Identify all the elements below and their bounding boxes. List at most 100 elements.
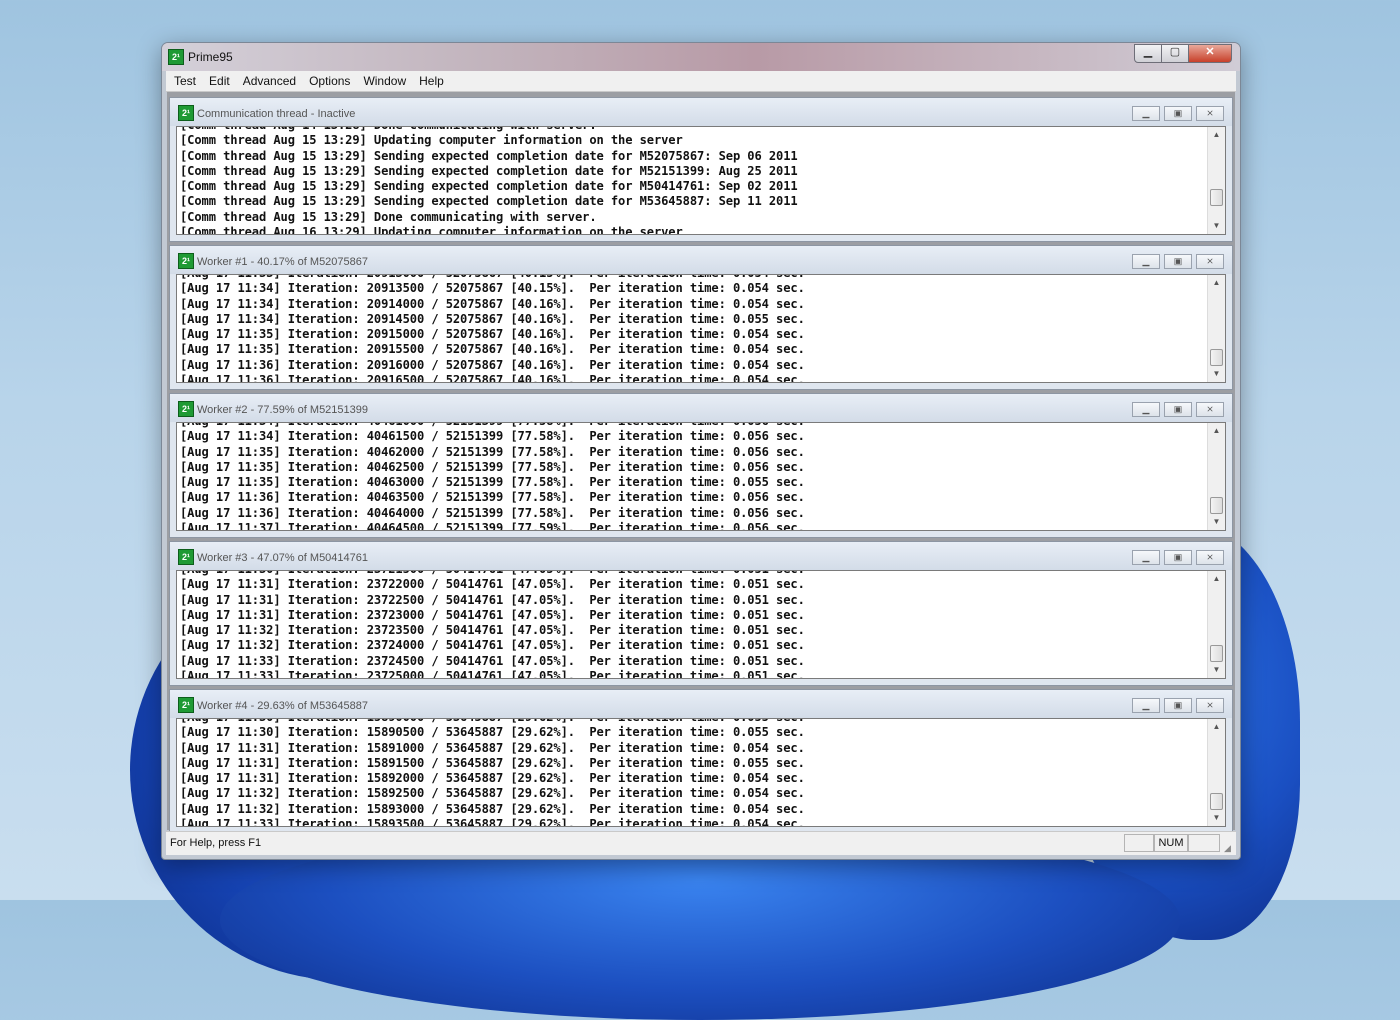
status-pane-scroll: [1188, 834, 1220, 852]
scroll-up-arrow-icon[interactable]: ▲: [1208, 275, 1225, 291]
mdi-window-worker-3: 2¹ Worker #3 - 47.07% of M50414761 ▁ ▣ ⨯ [Aug…: [169, 541, 1233, 686]
mdi-title-bar[interactable]: 2¹ Worker #2 - 77.59% of M52151399 ▁ ▣ ⨯: [170, 394, 1232, 422]
log-line: [Aug 17 11:34] Iteration: 40461000 / 521…: [180, 423, 1203, 429]
menu-options[interactable]: Options: [309, 74, 350, 88]
log-line: [Aug 17 11:35] Iteration: 20915000 / 520…: [180, 327, 805, 342]
scroll-down-arrow-icon[interactable]: ▼: [1208, 366, 1225, 382]
log-line: [Aug 17 11:30] Iteration: 15890000 / 536…: [180, 719, 1203, 725]
mdi-minimize-button[interactable]: ▁: [1132, 402, 1160, 417]
menu-advanced[interactable]: Advanced: [243, 74, 296, 88]
log-line: [Aug 17 11:33] Iteration: 23724500 / 504…: [180, 653, 805, 668]
log-output[interactable]: [Aug 17 11:34] Iteration: 40461000 / 521…: [176, 422, 1226, 531]
log-line: [Comm thread Aug 15 13:29] Sending expec…: [180, 163, 798, 178]
log-line: [Aug 17 11:32] Iteration: 15892500 / 536…: [180, 786, 805, 801]
log-line: [Aug 17 11:34] Iteration: 20914000 / 520…: [180, 296, 805, 311]
scroll-down-arrow-icon[interactable]: ▼: [1208, 514, 1225, 530]
scroll-up-arrow-icon[interactable]: ▲: [1208, 571, 1225, 587]
log-line: [Aug 17 11:31] Iteration: 23723000 / 504…: [180, 607, 805, 622]
mdi-title-bar[interactable]: 2¹ Worker #4 - 29.63% of M53645887 ▁ ▣ ⨯: [170, 690, 1232, 718]
menu-bar: Test Edit Advanced Options Window Help: [166, 71, 1236, 92]
scroll-thumb[interactable]: [1210, 497, 1223, 514]
mdi-restore-button[interactable]: ▣: [1164, 402, 1192, 417]
resize-grip-icon[interactable]: ◢: [1224, 843, 1234, 853]
scroll-up-arrow-icon[interactable]: ▲: [1208, 423, 1225, 439]
log-line: [Aug 17 11:36] Iteration: 40464000 / 521…: [180, 505, 805, 520]
mdi-title-bar[interactable]: 2¹ Worker #1 - 40.17% of M52075867 ▁ ▣ ⨯: [170, 246, 1232, 274]
mdi-restore-button[interactable]: ▣: [1164, 254, 1192, 269]
mdi-title-bar[interactable]: 2¹ Worker #3 - 47.07% of M50414761 ▁ ▣ ⨯: [170, 542, 1232, 570]
title-bar[interactable]: 2¹ Prime95 ▁ ▢ ✕: [162, 43, 1240, 71]
vertical-scrollbar[interactable]: ▲ ▼: [1207, 571, 1225, 678]
menu-window[interactable]: Window: [363, 74, 406, 88]
log-line: [Aug 17 11:31] Iteration: 23722500 / 504…: [180, 592, 805, 607]
log-line: [Aug 17 11:35] Iteration: 20915500 / 520…: [180, 342, 805, 357]
mdi-close-button[interactable]: ⨯: [1196, 402, 1224, 417]
prime95-app-icon[interactable]: 2¹: [178, 549, 194, 565]
mdi-caption-buttons: ▁ ▣ ⨯: [1128, 698, 1224, 713]
vertical-scrollbar[interactable]: ▲ ▼: [1207, 423, 1225, 530]
log-line: [Aug 17 11:30] Iteration: 15890500 / 536…: [180, 725, 805, 740]
maximize-button[interactable]: ▢: [1161, 44, 1189, 63]
mdi-client-area: 2¹ Communication thread - Inactive ▁ ▣ ⨯ [Com…: [167, 92, 1235, 834]
log-line: [Comm thread Aug 15 13:29] Updating comp…: [180, 133, 683, 148]
log-output[interactable]: [Aug 17 11:30] Iteration: 15890000 / 536…: [176, 718, 1226, 827]
menu-test[interactable]: Test: [174, 74, 196, 88]
mdi-close-button[interactable]: ⨯: [1196, 698, 1224, 713]
log-line: [Aug 17 11:36] Iteration: 20916000 / 520…: [180, 357, 805, 372]
log-line: [Aug 17 11:32] Iteration: 23723500 / 504…: [180, 623, 805, 638]
scroll-thumb[interactable]: [1210, 349, 1223, 366]
vertical-scrollbar[interactable]: ▲ ▼: [1207, 275, 1225, 382]
log-line: [Aug 17 11:31] Iteration: 15891000 / 536…: [180, 740, 805, 755]
mdi-restore-button[interactable]: ▣: [1164, 550, 1192, 565]
status-num-indicator: NUM: [1154, 834, 1188, 852]
mdi-minimize-button[interactable]: ▁: [1132, 550, 1160, 565]
mdi-caption-buttons: ▁ ▣ ⨯: [1128, 254, 1224, 269]
mdi-window-worker-2: 2¹ Worker #2 - 77.59% of M52151399 ▁ ▣ ⨯ [Aug…: [169, 393, 1233, 538]
log-line: [Comm thread Aug 15 13:29] Sending expec…: [180, 179, 798, 194]
log-output[interactable]: [Comm thread Aug 14 13:28] Done communic…: [176, 126, 1226, 235]
scroll-up-arrow-icon[interactable]: ▲: [1208, 127, 1225, 143]
mdi-restore-button[interactable]: ▣: [1164, 698, 1192, 713]
mdi-minimize-button[interactable]: ▁: [1132, 698, 1160, 713]
log-line: [Aug 17 11:34] Iteration: 20914500 / 520…: [180, 311, 805, 326]
window-title: Prime95: [188, 50, 233, 64]
mdi-minimize-button[interactable]: ▁: [1132, 106, 1160, 121]
mdi-minimize-button[interactable]: ▁: [1132, 254, 1160, 269]
minimize-button[interactable]: ▁: [1134, 44, 1162, 63]
mdi-title-bar[interactable]: 2¹ Communication thread - Inactive ▁ ▣ ⨯: [170, 98, 1232, 126]
scroll-down-arrow-icon[interactable]: ▼: [1208, 218, 1225, 234]
mdi-restore-button[interactable]: ▣: [1164, 106, 1192, 121]
mdi-close-button[interactable]: ⨯: [1196, 254, 1224, 269]
prime95-app-icon[interactable]: 2¹: [178, 697, 194, 713]
log-output[interactable]: [Aug 17 11:30] Iteration: 23721500 / 504…: [176, 570, 1226, 679]
vertical-scrollbar[interactable]: ▲ ▼: [1207, 127, 1225, 234]
mdi-close-button[interactable]: ⨯: [1196, 106, 1224, 121]
vertical-scrollbar[interactable]: ▲ ▼: [1207, 719, 1225, 826]
scroll-thumb[interactable]: [1210, 793, 1223, 810]
prime95-app-icon[interactable]: 2¹: [178, 401, 194, 417]
log-line: [Aug 17 11:37] Iteration: 40464500 / 521…: [180, 521, 805, 531]
prime95-app-icon[interactable]: 2¹: [178, 253, 194, 269]
log-line: [Aug 17 11:35] Iteration: 40462000 / 521…: [180, 444, 805, 459]
mdi-window-title: Worker #2 - 77.59% of M52151399: [197, 404, 369, 416]
prime95-app-icon[interactable]: 2¹: [168, 49, 184, 65]
log-line: [Comm thread Aug 15 13:29] Sending expec…: [180, 194, 798, 209]
prime95-window: 2¹ Prime95 ▁ ▢ ✕ Test Edit Advanced Opti…: [161, 42, 1241, 860]
mdi-close-button[interactable]: ⨯: [1196, 550, 1224, 565]
log-line: [Aug 17 11:31] Iteration: 15892000 / 536…: [180, 771, 805, 786]
menu-edit[interactable]: Edit: [209, 74, 230, 88]
menu-help[interactable]: Help: [419, 74, 444, 88]
log-lines: [Aug 17 11:30] Iteration: 15890000 / 536…: [180, 719, 1203, 826]
log-output[interactable]: [Aug 17 11:33] Iteration: 20913000 / 520…: [176, 274, 1226, 383]
scroll-thumb[interactable]: [1210, 189, 1223, 206]
scroll-thumb[interactable]: [1210, 645, 1223, 662]
mdi-window-title: Worker #3 - 47.07% of M50414761: [197, 552, 369, 564]
scroll-down-arrow-icon[interactable]: ▼: [1208, 810, 1225, 826]
log-lines: [Comm thread Aug 14 13:28] Done communic…: [180, 127, 1203, 234]
scroll-up-arrow-icon[interactable]: ▲: [1208, 719, 1225, 735]
prime95-app-icon[interactable]: 2¹: [178, 105, 194, 121]
close-button[interactable]: ✕: [1188, 44, 1232, 63]
scroll-down-arrow-icon[interactable]: ▼: [1208, 662, 1225, 678]
mdi-window-worker-4: 2¹ Worker #4 - 29.63% of M53645887 ▁ ▣ ⨯ [Aug…: [169, 689, 1233, 834]
log-line: [Comm thread Aug 15 13:29] Sending expec…: [180, 148, 798, 163]
